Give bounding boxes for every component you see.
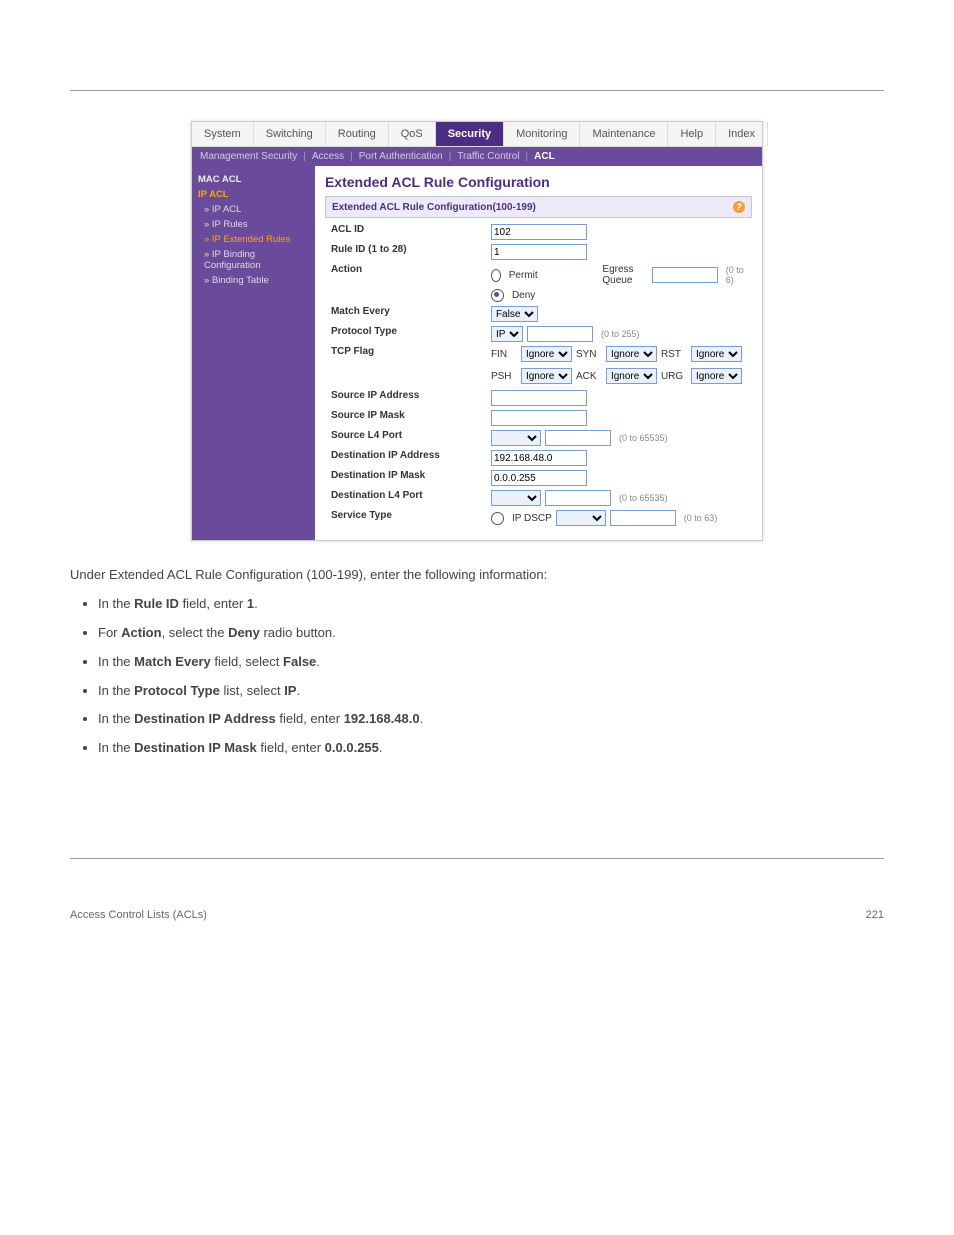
panel-head: Extended ACL Rule Configuration(100-199)… (325, 196, 752, 218)
src-mask-input[interactable] (491, 410, 587, 426)
src-l4-select[interactable] (491, 430, 541, 446)
tab-help[interactable]: Help (668, 122, 716, 146)
lbl-protocol-type: Protocol Type (331, 326, 491, 337)
match-every-select[interactable]: False (491, 306, 538, 322)
tcp-fin-label: FIN (491, 349, 517, 360)
footer-left: Access Control Lists (ACLs) (70, 909, 207, 921)
top-nav: System Switching Routing QoS Security Mo… (192, 122, 762, 147)
dst-l4-select[interactable] (491, 490, 541, 506)
tab-index[interactable]: Index (716, 122, 768, 146)
tab-monitoring[interactable]: Monitoring (504, 122, 580, 146)
step-dst-ip: In the Destination IP Address field, ent… (98, 710, 884, 729)
lbl-match-every: Match Every (331, 306, 491, 317)
tab-maintenance[interactable]: Maintenance (580, 122, 668, 146)
footer-page-number: 221 (866, 909, 884, 921)
hint-ip-dscp: (0 to 63) (684, 513, 718, 523)
page-title: Extended ACL Rule Configuration (325, 174, 752, 190)
protocol-type-select[interactable]: IP (491, 326, 523, 342)
subnav-access[interactable]: Access (312, 151, 344, 162)
radio-deny[interactable] (491, 289, 504, 302)
tcp-urg-label: URG (661, 371, 687, 382)
lbl-dst-mask: Destination IP Mask (331, 470, 491, 481)
rule-id-input[interactable] (491, 244, 587, 260)
sidenav-ip-ext-rules[interactable]: » IP Extended Rules (198, 232, 309, 247)
step-list: In the Rule ID field, enter 1. For Actio… (78, 595, 884, 758)
lbl-service-type: Service Type (331, 510, 491, 521)
tcp-ack-select[interactable]: Ignore (606, 368, 657, 384)
radio-deny-label: Deny (512, 290, 535, 301)
lbl-action: Action (331, 264, 491, 275)
side-nav: MAC ACL IP ACL » IP ACL » IP Rules » IP … (192, 166, 315, 540)
step-match-every: In the Match Every field, select False. (98, 653, 884, 672)
tab-system[interactable]: System (192, 122, 254, 146)
radio-ip-dscp[interactable] (491, 512, 504, 525)
acl-id-input[interactable] (491, 224, 587, 240)
hint-src-l4: (0 to 65535) (619, 433, 668, 443)
subnav-acl[interactable]: ACL (534, 151, 555, 162)
dst-l4-input[interactable] (545, 490, 611, 506)
lbl-dst-ip: Destination IP Address (331, 450, 491, 461)
radio-permit-label: Permit (509, 270, 538, 281)
sidenav-ip-acl-child[interactable]: » IP ACL (198, 202, 309, 217)
tab-routing[interactable]: Routing (326, 122, 389, 146)
tcp-syn-label: SYN (576, 349, 602, 360)
sidenav-binding-table[interactable]: » Binding Table (198, 273, 309, 288)
protocol-type-input[interactable] (527, 326, 593, 342)
tcp-rst-label: RST (661, 349, 687, 360)
lbl-egress-queue: Egress Queue (602, 264, 647, 286)
tab-security[interactable]: Security (436, 122, 504, 146)
src-l4-input[interactable] (545, 430, 611, 446)
tcp-ack-label: ACK (576, 371, 602, 382)
sub-nav: Management Security| Access| Port Authen… (192, 147, 762, 166)
tcp-urg-select[interactable]: Ignore (691, 368, 742, 384)
dst-mask-input[interactable] (491, 470, 587, 486)
radio-ip-dscp-label: IP DSCP (512, 513, 552, 524)
tcp-psh-label: PSH (491, 371, 517, 382)
tab-switching[interactable]: Switching (254, 122, 326, 146)
tcp-rst-select[interactable]: Ignore (691, 346, 742, 362)
tcp-fin-select[interactable]: Ignore (521, 346, 572, 362)
lbl-src-ip: Source IP Address (331, 390, 491, 401)
sidenav-ip-binding-config[interactable]: » IP Binding Configuration (198, 247, 309, 273)
egress-queue-input[interactable] (652, 267, 718, 283)
lbl-src-mask: Source IP Mask (331, 410, 491, 421)
lbl-rule-id: Rule ID (1 to 28) (331, 244, 491, 255)
step-action: For Action, select the Deny radio button… (98, 624, 884, 643)
subnav-traffic-control[interactable]: Traffic Control (457, 151, 519, 162)
hint-egress: (0 to 6) (726, 265, 746, 285)
step-dst-mask: In the Destination IP Mask field, enter … (98, 739, 884, 758)
tab-qos[interactable]: QoS (389, 122, 436, 146)
screenshot-frame: System Switching Routing QoS Security Mo… (191, 121, 763, 541)
lbl-tcp-flag: TCP Flag (331, 346, 491, 357)
top-rule (70, 90, 884, 91)
main-pane: Extended ACL Rule Configuration Extended… (315, 166, 762, 540)
panel-head-label: Extended ACL Rule Configuration(100-199) (332, 202, 536, 213)
tcp-syn-select[interactable]: Ignore (606, 346, 657, 362)
help-icon[interactable]: ? (733, 201, 745, 213)
radio-permit[interactable] (491, 269, 501, 282)
lbl-dst-l4: Destination L4 Port (331, 490, 491, 501)
subnav-mgmt-security[interactable]: Management Security (200, 151, 297, 162)
ip-dscp-select[interactable] (556, 510, 606, 526)
sidenav-ip-acl[interactable]: IP ACL (198, 187, 309, 202)
subnav-port-auth[interactable]: Port Authentication (359, 151, 443, 162)
src-ip-input[interactable] (491, 390, 587, 406)
intro-line: Under Extended ACL Rule Configuration (1… (70, 567, 884, 582)
lbl-src-l4: Source L4 Port (331, 430, 491, 441)
sidenav-mac-acl[interactable]: MAC ACL (198, 172, 309, 187)
hint-dst-l4: (0 to 65535) (619, 493, 668, 503)
sidenav-ip-rules[interactable]: » IP Rules (198, 217, 309, 232)
ip-dscp-input[interactable] (610, 510, 676, 526)
dst-ip-input[interactable] (491, 450, 587, 466)
bottom-rule (70, 858, 884, 859)
lbl-acl-id: ACL ID (331, 224, 491, 235)
step-protocol: In the Protocol Type list, select IP. (98, 682, 884, 701)
tcp-psh-select[interactable]: Ignore (521, 368, 572, 384)
step-rule-id: In the Rule ID field, enter 1. (98, 595, 884, 614)
hint-protocol: (0 to 255) (601, 329, 640, 339)
